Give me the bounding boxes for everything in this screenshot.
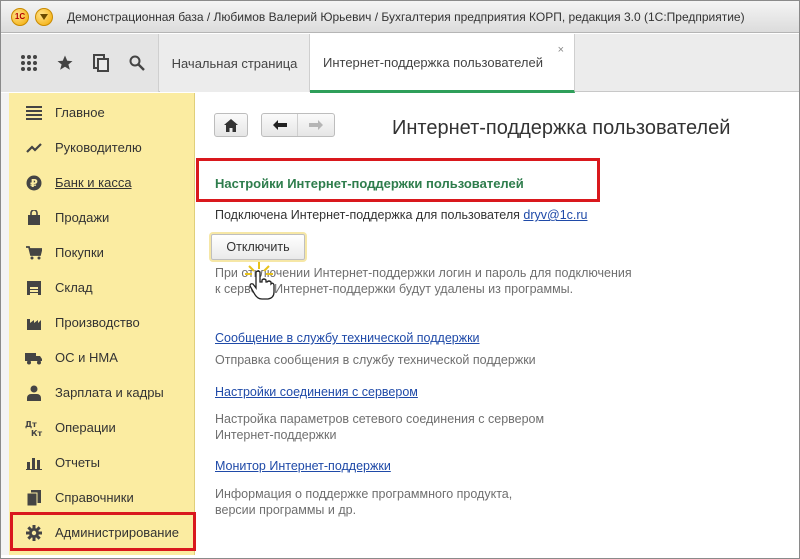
sidebar-item-salary[interactable]: Зарплата и кадры (9, 375, 195, 410)
link-support-message-desc: Отправка сообщения в службу технической … (215, 353, 536, 367)
star-icon (57, 55, 73, 70)
main-menu-button[interactable] (35, 7, 53, 26)
search-icon (129, 55, 145, 71)
sidebar-item-label: Покупки (55, 245, 104, 260)
link-support-monitor-desc2: версии программы и др. (215, 503, 357, 517)
bag-icon (25, 209, 43, 227)
link-support-monitor-desc1: Информация о поддержке программного прод… (215, 487, 513, 501)
sidebar-item-label: Операции (55, 420, 116, 435)
sidebar-item-label: Зарплата и кадры (55, 385, 164, 400)
tab-bar: Начальная страница Интернет-поддержка по… (1, 34, 799, 93)
window-left-strip (1, 93, 9, 555)
cart-icon (25, 244, 43, 262)
sidebar-item-operations[interactable]: Дт Кт Операции (9, 410, 195, 445)
svg-text:Кт: Кт (31, 429, 43, 437)
sidebar-item-production[interactable]: Производство (9, 305, 195, 340)
sidebar-item-label: Банк и касса (55, 175, 132, 190)
home-button[interactable] (214, 113, 248, 137)
chevron-down-icon (40, 13, 48, 20)
navigation-buttons (261, 113, 335, 137)
svg-text:Дт: Дт (25, 420, 37, 429)
books-icon (25, 489, 43, 507)
sidebar-item-assets[interactable]: ОС и НМА (9, 340, 195, 375)
sidebar-item-main[interactable]: Главное (9, 95, 195, 130)
sidebar-item-reports[interactable]: Отчеты (9, 445, 195, 480)
link-connection-settings[interactable]: Настройки соединения с сервером (215, 385, 418, 399)
highlight-box-administration (10, 512, 196, 551)
link-connection-settings-desc1: Настройка параметров сетевого соединения… (215, 412, 545, 426)
forward-button[interactable] (298, 114, 334, 136)
hand-cursor-icon (245, 262, 275, 300)
svg-text:₽: ₽ (30, 177, 38, 190)
link-connection-settings-desc2: Интернет-поддержки (215, 428, 337, 442)
ruble-icon: ₽ (25, 174, 43, 192)
history-button[interactable] (83, 43, 119, 83)
tab-label: Начальная страница (171, 55, 298, 71)
home-icon (224, 118, 238, 132)
connected-text: Подключена Интернет-поддержка для пользо… (215, 208, 520, 222)
search-button[interactable] (119, 43, 155, 83)
person-icon (25, 384, 43, 402)
tab-internet-support[interactable]: Интернет-поддержка пользователей × (310, 34, 575, 93)
arrow-right-icon (309, 120, 323, 130)
tab-home[interactable]: Начальная страница (160, 34, 310, 92)
close-icon[interactable]: × (558, 44, 564, 56)
sidebar: Главное Руководителю ₽ Банк и касса Прод… (9, 93, 196, 555)
apps-grid-icon (21, 55, 37, 71)
sidebar-item-label: Руководителю (55, 140, 142, 155)
disconnect-button[interactable]: Отключить (211, 234, 305, 260)
sidebar-item-warehouse[interactable]: Склад (9, 270, 195, 305)
back-button[interactable] (262, 114, 298, 136)
sidebar-item-sales[interactable]: Продажи (9, 200, 195, 235)
trend-icon (25, 139, 43, 157)
sidebar-item-label: Главное (55, 105, 105, 120)
link-support-monitor[interactable]: Монитор Интернет-поддержки (215, 459, 391, 473)
main-content: Интернет-поддержка пользователей Настрой… (196, 93, 798, 555)
menu-lines-icon (25, 104, 43, 122)
apps-grid-button[interactable] (11, 43, 47, 83)
connected-text-row: Подключена Интернет-поддержка для пользо… (215, 208, 588, 222)
arrow-left-icon (272, 120, 287, 130)
bar-chart-icon (25, 454, 43, 472)
history-icon (93, 54, 109, 72)
warehouse-icon (25, 279, 43, 297)
toolbar (1, 34, 159, 92)
sidebar-item-label: Справочники (55, 490, 134, 505)
sidebar-item-label: ОС и НМА (55, 350, 118, 365)
window-title: Демонстрационная база / Любимов Валерий … (67, 9, 745, 24)
sidebar-item-references[interactable]: Справочники (9, 480, 195, 515)
app-logo-icon[interactable]: 1С (11, 7, 29, 26)
page-title: Интернет-поддержка пользователей (392, 117, 731, 139)
sidebar-item-bank[interactable]: ₽ Банк и касса (9, 165, 195, 200)
dt-kt-icon: Дт Кт (25, 419, 43, 437)
sidebar-item-label: Продажи (55, 210, 110, 225)
title-bar: 1С Демонстрационная база / Любимов Валер… (1, 1, 799, 33)
tab-label: Интернет-поддержка пользователей (323, 54, 543, 70)
user-link[interactable]: dryv@1c.ru (523, 208, 587, 222)
sidebar-item-label: Производство (55, 315, 140, 330)
sidebar-item-label: Отчеты (55, 455, 100, 470)
link-support-message[interactable]: Сообщение в службу технической поддержки (215, 331, 480, 345)
section-title: Настройки Интернет-поддержки пользовател… (215, 176, 524, 191)
truck-icon (25, 349, 43, 367)
favorites-button[interactable] (47, 43, 83, 83)
factory-icon (25, 314, 43, 332)
sidebar-item-manager[interactable]: Руководителю (9, 130, 195, 165)
sidebar-item-purchases[interactable]: Покупки (9, 235, 195, 270)
sidebar-item-label: Склад (55, 280, 93, 295)
